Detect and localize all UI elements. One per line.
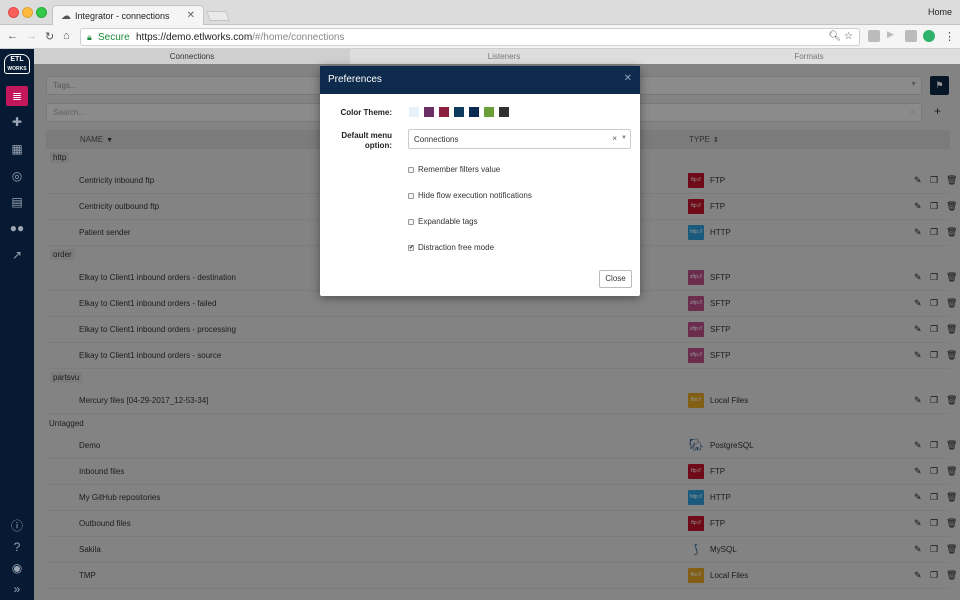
app-tabs: Connections Listeners Formats <box>34 49 960 64</box>
checkbox-label[interactable]: Remember filters value <box>418 165 500 174</box>
etlworks-logo[interactable]: ETL WORKS <box>4 54 30 74</box>
sidebar-item-connections[interactable]: ≣ <box>0 85 34 107</box>
close-window-button[interactable] <box>8 7 19 18</box>
home-icon[interactable]: ⌂ <box>63 30 70 42</box>
checkbox[interactable]: ✔ <box>408 245 414 251</box>
archive-icon: ▤ <box>11 195 23 209</box>
compass-icon: ◎ <box>11 169 23 183</box>
sidebar-item-help[interactable]: ? <box>0 536 34 558</box>
checkbox-label[interactable]: Hide flow execution notifications <box>418 191 532 200</box>
sidebar-item-info[interactable]: ⓘ <box>0 515 34 537</box>
logo-line-2: WORKS <box>7 66 27 72</box>
default-menu-select[interactable]: Connections × ▼ <box>408 129 631 149</box>
tab-listeners[interactable]: Listeners <box>350 49 658 64</box>
tab-connections[interactable]: Connections <box>34 49 350 64</box>
close-icon[interactable]: ✕ <box>624 73 632 84</box>
color-swatch[interactable] <box>409 107 419 117</box>
puzzle-icon: ✚ <box>11 115 23 129</box>
color-swatch[interactable] <box>484 107 494 117</box>
sidebar-item-users[interactable]: ●● <box>0 217 34 239</box>
default-menu-value: Connections <box>414 135 459 144</box>
bookmark-star-icon[interactable]: 🔍︎ ☆ <box>829 31 853 42</box>
close-button[interactable]: Close <box>599 270 632 288</box>
color-swatch[interactable] <box>424 107 434 117</box>
color-theme-label: Color Theme: <box>340 108 392 117</box>
minimize-window-button[interactable] <box>22 7 33 18</box>
users-icon: ●● <box>9 221 25 235</box>
tab-title: Integrator - connections <box>75 11 170 21</box>
dialog-title: Preferences <box>328 74 382 85</box>
close-tab-icon[interactable]: ✕ <box>187 10 195 21</box>
url-input[interactable]: 🔒︎ Secure https://demo.etlworks.com/#/ho… <box>80 28 860 46</box>
sidebar-expand[interactable]: » <box>0 578 34 600</box>
calendar-icon: ▦ <box>11 142 23 156</box>
sidebar-item-schedules[interactable]: ▦ <box>0 138 34 160</box>
color-swatch[interactable] <box>439 107 449 117</box>
color-swatch[interactable] <box>499 107 509 117</box>
sidebar-item-statistics[interactable]: ↗ <box>0 244 34 266</box>
sidebar-item-flows[interactable]: ✚ <box>0 111 34 133</box>
grammarly-icon[interactable] <box>923 30 935 42</box>
lock-icon: 🔒︎ <box>87 32 92 42</box>
forward-icon[interactable]: → <box>26 30 37 42</box>
app-sidebar: ETL WORKS ≣ ✚ ▦ ◎ ▤ ●● ↗ ⓘ ? ◉ » <box>0 49 34 600</box>
database-icon: ≣ <box>6 86 28 106</box>
checkbox-label[interactable]: Expandable tags <box>418 217 478 226</box>
url-path: /#/home/connections <box>252 32 345 43</box>
clear-selection-icon[interactable]: × <box>612 134 617 143</box>
play-extension-icon[interactable]: ▶ <box>887 29 899 41</box>
logo-line-1: ETL <box>10 56 24 63</box>
checkbox-label[interactable]: Distraction free mode <box>418 243 494 252</box>
default-menu-label-line-2: option: <box>364 141 392 150</box>
info-icon: ⓘ <box>10 519 23 533</box>
sidebar-item-explorer[interactable]: ◎ <box>0 165 34 187</box>
url-text: https://demo.etlworks.com/#/home/connect… <box>136 32 344 43</box>
address-bar-area: ← → ↻ ⌂ 🔒︎ Secure https://demo.etlworks.… <box>0 25 960 49</box>
extension-icon[interactable] <box>905 30 917 42</box>
browser-tab[interactable]: ☁ Integrator - connections ✕ <box>52 5 204 26</box>
cloud-icon: ☁ <box>61 11 71 22</box>
maximize-window-button[interactable] <box>36 7 47 18</box>
secure-label: Secure <box>98 32 130 43</box>
color-swatch[interactable] <box>454 107 464 117</box>
color-swatch[interactable] <box>469 107 479 117</box>
new-tab-button[interactable] <box>206 11 230 21</box>
back-icon[interactable]: ← <box>7 30 18 42</box>
browser-tabstrip: ☁ Integrator - connections ✕ Home <box>0 0 960 26</box>
sidebar-item-account[interactable]: ◉ <box>0 557 34 579</box>
profile-label[interactable]: Home <box>928 7 952 17</box>
url-host: https://demo.etlworks.com <box>136 32 253 43</box>
sidebar-item-archive[interactable]: ▤ <box>0 191 34 213</box>
preferences-dialog: Preferences ✕ Color Theme: Default menu … <box>320 66 640 296</box>
tab-formats[interactable]: Formats <box>658 49 960 64</box>
default-menu-label-line-1: Default menu <box>341 131 392 140</box>
checkbox[interactable] <box>408 193 414 199</box>
checkbox[interactable] <box>408 219 414 225</box>
menu-dots-icon[interactable]: ⋮ <box>944 30 955 43</box>
checkbox[interactable] <box>408 167 414 173</box>
dialog-header: Preferences ✕ <box>320 66 640 94</box>
extension-icon[interactable] <box>868 30 880 42</box>
user-circle-icon: ◉ <box>11 561 23 575</box>
chart-line-icon: ↗ <box>11 248 23 262</box>
chevron-down-icon: ▼ <box>621 135 627 141</box>
question-icon: ? <box>13 540 21 554</box>
double-chevron-right-icon: » <box>13 582 21 596</box>
reload-icon[interactable]: ↻ <box>45 30 54 43</box>
